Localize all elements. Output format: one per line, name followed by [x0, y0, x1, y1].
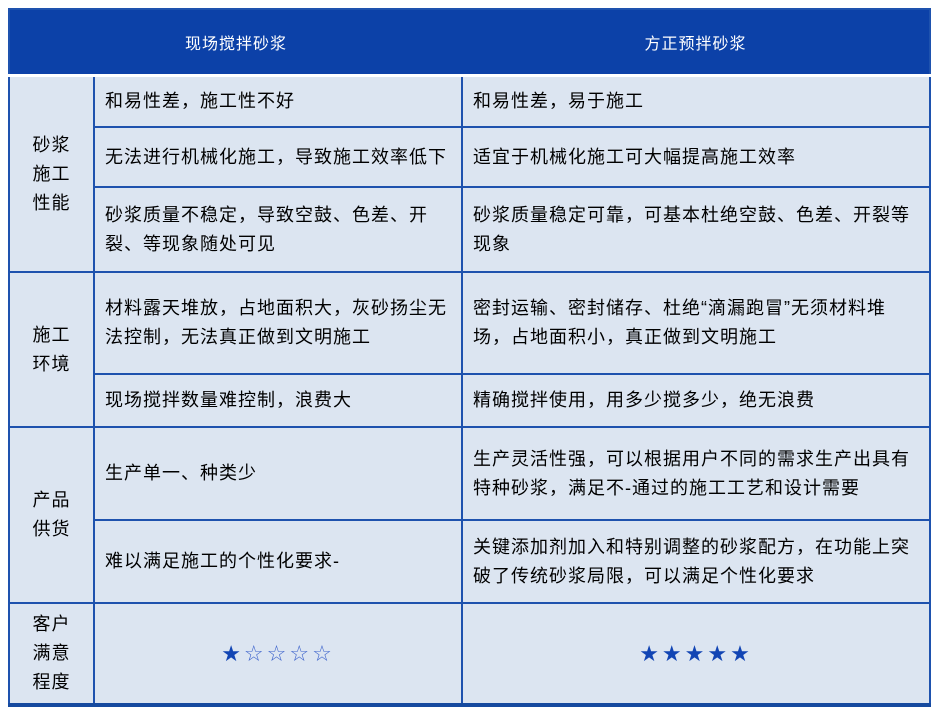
- table-row: 施工 环境 材料露天堆放，占地面积大，灰砂扬尘无法控制，无法真正做到文明施工 密…: [9, 272, 930, 374]
- group-label-construction-performance: 砂浆 施工 性能: [9, 76, 94, 273]
- cell-site-mixed: 生产单一、种类少: [94, 427, 462, 520]
- comparison-table-container: 现场搅拌砂浆 方正预拌砂浆 砂浆 施工 性能 和易性差，施工性不好 和易性差，易…: [8, 8, 931, 707]
- group-label-line: 砂浆: [14, 131, 89, 160]
- group-label-line: 施工: [14, 321, 89, 350]
- cell-site-mixed: 和易性差，施工性不好: [94, 76, 462, 128]
- cell-premixed: 关键添加剂加入和特别调整的砂浆配方，在功能上突破了传统砂浆局限，可以满足个性化要…: [462, 520, 930, 603]
- table-row: 产品 供货 生产单一、种类少 生产灵活性强，可以根据用户不同的需求生产出具有特种…: [9, 427, 930, 520]
- cell-premixed: 和易性差，易于施工: [462, 76, 930, 128]
- rating-stars-site-mixed: ★☆☆☆☆: [94, 603, 462, 705]
- table-row: 砂浆 施工 性能 和易性差，施工性不好 和易性差，易于施工: [9, 76, 930, 128]
- table-row: 难以满足施工的个性化要求- 关键添加剂加入和特别调整的砂浆配方，在功能上突破了传…: [9, 520, 930, 603]
- group-label-line: 施工: [14, 160, 89, 189]
- group-label-line: 性能: [14, 189, 89, 218]
- table-row: 无法进行机械化施工，导致施工效率低下 适宜于机械化施工可大幅提高施工效率: [9, 127, 930, 187]
- star-outline-icon: ☆☆☆☆: [244, 641, 335, 666]
- group-label-construction-environment: 施工 环境: [9, 272, 94, 427]
- table-header-row: 现场搅拌砂浆 方正预拌砂浆: [9, 9, 930, 76]
- group-label-line: 环境: [14, 350, 89, 379]
- group-label-customer-satisfaction: 客户 满意 程度: [9, 603, 94, 705]
- cell-site-mixed: 砂浆质量不稳定，导致空鼓、色差、开裂、等现象随处可见: [94, 187, 462, 272]
- cell-premixed: 精确搅拌使用，用多少搅多少，绝无浪费: [462, 374, 930, 427]
- group-label-line: 满意: [14, 639, 89, 668]
- cell-premixed: 密封运输、密封储存、杜绝“滴漏跑冒”无须材料堆场，占地面积小，真正做到文明施工: [462, 272, 930, 374]
- group-label-product-supply: 产品 供货: [9, 427, 94, 603]
- table-row: 现场搅拌数量难控制，浪费大 精确搅拌使用，用多少搅多少，绝无浪费: [9, 374, 930, 427]
- cell-premixed: 砂浆质量稳定可靠，可基本杜绝空鼓、色差、开裂等现象: [462, 187, 930, 272]
- group-label-line: 客户: [14, 610, 89, 639]
- star-filled-icon: ★: [221, 641, 244, 666]
- header-cell-premixed: 方正预拌砂浆: [462, 9, 930, 76]
- cell-site-mixed: 难以满足施工的个性化要求-: [94, 520, 462, 603]
- rating-stars-premixed: ★★★★★: [462, 603, 930, 705]
- group-label-line: 产品: [14, 486, 89, 515]
- cell-site-mixed: 无法进行机械化施工，导致施工效率低下: [94, 127, 462, 187]
- header-cell-site-mixed: 现场搅拌砂浆: [9, 9, 462, 76]
- table-row: 砂浆质量不稳定，导致空鼓、色差、开裂、等现象随处可见 砂浆质量稳定可靠，可基本杜…: [9, 187, 930, 272]
- table-row: 客户 满意 程度 ★☆☆☆☆ ★★★★★: [9, 603, 930, 705]
- cell-premixed: 适宜于机械化施工可大幅提高施工效率: [462, 127, 930, 187]
- star-filled-icon: ★★★★★: [639, 641, 753, 666]
- cell-premixed: 生产灵活性强，可以根据用户不同的需求生产出具有特种砂浆，满足不-通过的施工工艺和…: [462, 427, 930, 520]
- group-label-line: 供货: [14, 515, 89, 544]
- group-label-line: 程度: [14, 668, 89, 697]
- cell-site-mixed: 现场搅拌数量难控制，浪费大: [94, 374, 462, 427]
- mortar-comparison-table: 现场搅拌砂浆 方正预拌砂浆 砂浆 施工 性能 和易性差，施工性不好 和易性差，易…: [8, 8, 931, 707]
- cell-site-mixed: 材料露天堆放，占地面积大，灰砂扬尘无法控制，无法真正做到文明施工: [94, 272, 462, 374]
